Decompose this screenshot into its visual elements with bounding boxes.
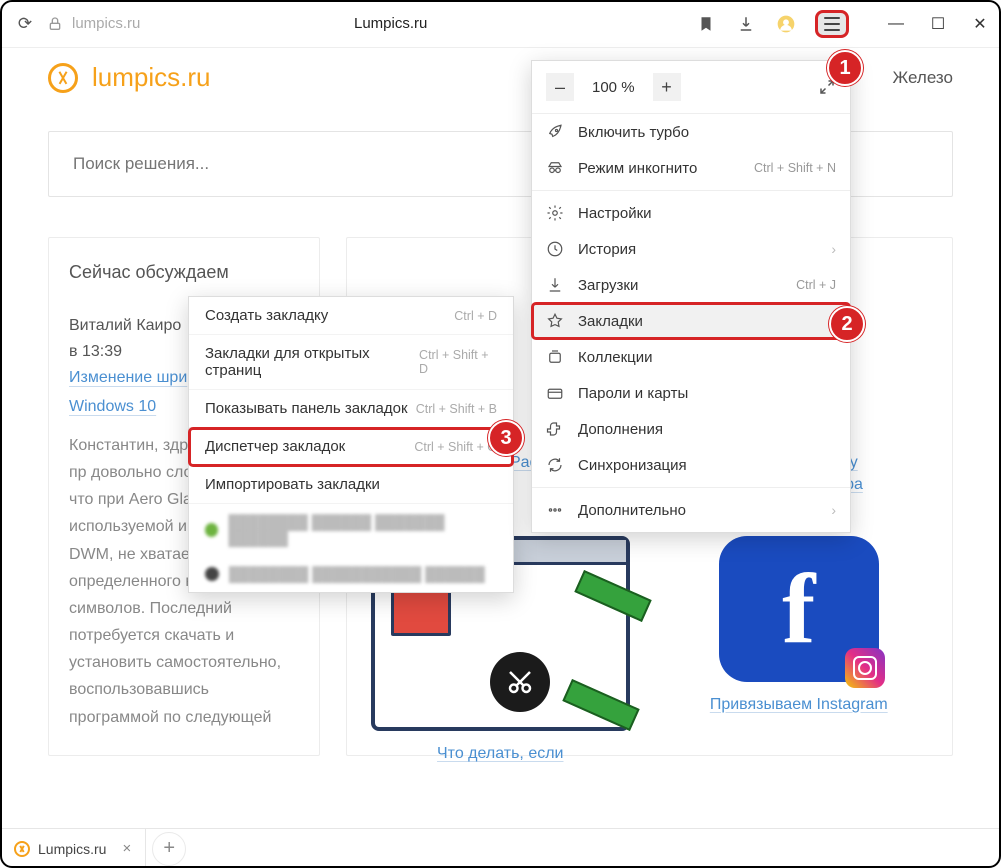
close-window-button[interactable]: ✕ [971, 15, 989, 33]
sidebar-heading: Сейчас обсуждаем [69, 262, 299, 283]
shortcut: Ctrl + Shift + O [414, 440, 497, 454]
submenu-label: Создать закладку [205, 307, 328, 324]
page-title-in-bar: Lumpics.ru [354, 15, 427, 32]
zoom-out-button[interactable]: – [546, 73, 574, 101]
submenu-label: Импортировать закладки [205, 476, 380, 493]
menu-addons[interactable]: Дополнения [532, 411, 850, 447]
article-link-4[interactable]: Привязываем Instagram [710, 696, 888, 713]
bookmarks-submenu: Создать закладку Ctrl + D Закладки для о… [188, 296, 514, 593]
sidebar-link-2[interactable]: Windows 10 [69, 398, 156, 415]
close-tab-icon[interactable]: × [122, 840, 131, 857]
chevron-right-icon: › [831, 241, 836, 257]
annotation-badge-1: 1 [827, 50, 863, 86]
zoom-controls: – 100 % + [532, 61, 850, 114]
menu-bookmarks[interactable]: Закладки › [532, 303, 850, 339]
minimize-window-button[interactable]: — [887, 15, 905, 33]
menu-label: Дополнения [578, 421, 663, 438]
menu-label: Включить турбо [578, 124, 689, 141]
menu-label: Режим инкогнито [578, 160, 697, 177]
shortcut: Ctrl + Shift + N [754, 161, 836, 175]
submenu-label: Диспетчер закладок [205, 438, 345, 455]
menu-label: Закладки [578, 313, 643, 330]
sidebar-link-1[interactable]: Изменение шри [69, 369, 187, 386]
menu-more[interactable]: Дополнительно › [532, 492, 850, 528]
profile-icon[interactable] [775, 13, 797, 35]
browser-main-menu: – 100 % + Включить турбо Режим инкогнито… [531, 60, 851, 533]
tab-strip: Lumpics.ru × + [0, 828, 1001, 868]
maximize-window-button[interactable]: ☐ [929, 15, 947, 33]
bookmark-icon[interactable] [695, 13, 717, 35]
menu-label: Дополнительно [578, 502, 686, 519]
url-text: lumpics.ru [72, 15, 140, 32]
menu-label: История [578, 241, 636, 258]
shortcut: Ctrl + Shift + D [419, 348, 497, 376]
submenu-show-bar[interactable]: Показывать панель закладок Ctrl + Shift … [189, 390, 513, 428]
submenu-create-bookmark[interactable]: Создать закладку Ctrl + D [189, 297, 513, 335]
menu-label: Настройки [578, 205, 652, 222]
submenu-bookmark-open-tabs[interactable]: Закладки для открытых страниц Ctrl + Shi… [189, 335, 513, 390]
tab-favicon-icon [14, 841, 30, 857]
tab-label: Lumpics.ru [38, 841, 106, 857]
article-link-3[interactable]: Что делать, если [437, 745, 563, 762]
menu-label: Коллекции [578, 349, 653, 366]
address-bar[interactable]: lumpics.ru [46, 15, 326, 33]
download-icon[interactable] [735, 13, 757, 35]
menu-history[interactable]: История › [532, 231, 850, 267]
reload-icon[interactable]: ⟳ [12, 14, 38, 34]
zoom-value: 100 % [582, 79, 645, 96]
submenu-import-bookmarks[interactable]: Импортировать закладки [189, 466, 513, 504]
zoom-in-button[interactable]: + [653, 73, 681, 101]
menu-turbo[interactable]: Включить турбо [532, 114, 850, 150]
menu-label: Пароли и карты [578, 385, 688, 402]
annotation-badge-3: 3 [488, 420, 524, 456]
submenu-label: Закладки для открытых страниц [205, 345, 419, 379]
shortcut: Ctrl + D [454, 309, 497, 323]
menu-passwords[interactable]: Пароли и карты [532, 375, 850, 411]
shortcut: Ctrl + J [796, 278, 836, 292]
submenu-recent-item[interactable]: ████████ ███████████ ██████ [189, 556, 513, 592]
submenu-label: Показывать панель закладок [205, 400, 408, 417]
site-logo-icon [48, 63, 78, 93]
annotation-badge-2: 2 [829, 306, 865, 342]
menu-settings[interactable]: Настройки [532, 195, 850, 231]
hamburger-menu-button[interactable] [815, 10, 849, 38]
comment-time: в 13:39 [69, 343, 122, 360]
menu-label: Загрузки [578, 277, 638, 294]
menu-label: Синхронизация [578, 457, 687, 474]
browser-tab[interactable]: Lumpics.ru × [0, 829, 146, 868]
menu-collections[interactable]: Коллекции [532, 339, 850, 375]
article-thumb-4: f [719, 536, 879, 682]
new-tab-button[interactable]: + [152, 832, 186, 866]
shortcut: Ctrl + Shift + B [416, 402, 497, 416]
submenu-bookmark-manager[interactable]: Диспетчер закладок Ctrl + Shift + O [189, 428, 513, 466]
menu-incognito[interactable]: Режим инкогнито Ctrl + Shift + N [532, 150, 850, 186]
submenu-recent-item[interactable]: ████████ ██████ ███████ ██████ [189, 504, 513, 556]
browser-top-bar: ⟳ lumpics.ru Lumpics.ru — ☐ ✕ [0, 0, 1001, 48]
menu-downloads[interactable]: Загрузки Ctrl + J [532, 267, 850, 303]
comment-author: Виталий Каиро [69, 317, 181, 334]
nav-hardware[interactable]: Железо [893, 68, 953, 88]
article-card[interactable]: f Привязываем Instagram [670, 536, 929, 731]
lock-icon [46, 15, 64, 33]
site-brand: lumpics.ru [92, 62, 210, 93]
menu-sync[interactable]: Синхронизация [532, 447, 850, 483]
chevron-right-icon: › [831, 502, 836, 518]
instagram-icon [845, 648, 885, 688]
cut-icon [490, 652, 550, 712]
